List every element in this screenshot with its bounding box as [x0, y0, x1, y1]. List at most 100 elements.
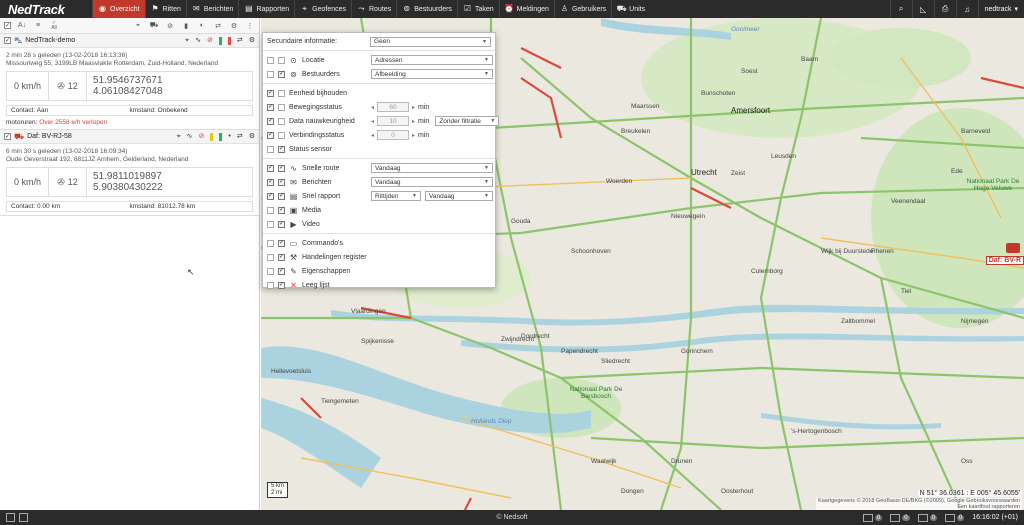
eenheid-checkbox-2[interactable] — [278, 89, 285, 97]
leeg-checkbox-2[interactable]: ✓ — [278, 281, 285, 289]
user-menu[interactable]: nedtrack ▾ — [977, 0, 1024, 18]
truck-icon[interactable]: ⛟ — [149, 21, 159, 31]
berichten-checkbox-2[interactable]: ✓ — [278, 178, 285, 186]
handelingen-checkbox-1[interactable] — [267, 253, 274, 261]
unit-checkbox[interactable]: ✓ — [4, 133, 11, 140]
beweging-minutes-input[interactable]: 60 — [377, 102, 410, 112]
print-icon[interactable]: ⎙ — [933, 0, 956, 18]
locatie-checkbox-2[interactable] — [278, 56, 285, 64]
nav-ritten[interactable]: ⚑ Ritten — [144, 0, 186, 18]
verbinding-checkbox-1[interactable]: ✓ — [267, 131, 274, 139]
bestuurders-checkbox-2[interactable]: ✓ — [278, 70, 285, 78]
verbinding-minutes-input[interactable]: 0 — [377, 130, 410, 140]
data-checkbox-1[interactable]: ✓ — [267, 117, 274, 125]
settings-icon[interactable]: ⚙ — [249, 37, 255, 44]
nav-units[interactable]: ⛟ Units — [611, 0, 650, 18]
refresh-icon[interactable]: ⇄ — [213, 21, 223, 31]
commandos-checkbox-2[interactable]: ✓ — [278, 239, 285, 247]
unit-checkbox[interactable]: ✓ — [4, 37, 11, 44]
bestuurders-checkbox-1[interactable] — [267, 70, 274, 78]
nav-overzicht[interactable]: ◉ Overzicht — [92, 0, 145, 18]
increment-icon[interactable]: ▸ — [412, 118, 415, 125]
notification-badge-2[interactable]: 0 — [890, 513, 910, 522]
decrement-icon[interactable]: ◂ — [371, 118, 374, 125]
data-minutes-input[interactable]: 10 — [377, 116, 410, 126]
settings-icon[interactable]: ⚙ — [229, 21, 239, 31]
unit-item[interactable]: ✓ ⛟ Daf: BV-RJ-58 ⌖ ∿ ⊘ • ⇄ ⚙ 6 min 30 s… — [0, 130, 259, 216]
crosshair-icon[interactable]: ⌖ — [177, 133, 181, 140]
signal-icon[interactable]: ◐ — [197, 21, 207, 31]
leeg-checkbox-1[interactable] — [267, 281, 274, 289]
sensor-checkbox-1[interactable] — [267, 145, 274, 153]
beweging-checkbox-2[interactable] — [278, 103, 285, 111]
panel-toggle-icon[interactable] — [6, 513, 15, 522]
video-checkbox-1[interactable] — [267, 220, 274, 228]
snel-rapport-period-select[interactable]: Vandaag ▼ — [425, 191, 493, 201]
more-icon[interactable]: ⋮ — [245, 21, 255, 31]
snelle-checkbox-1[interactable]: ✓ — [267, 164, 274, 172]
berichten-select[interactable]: Vandaag ▼ — [371, 177, 493, 187]
commandos-checkbox-1[interactable] — [267, 239, 274, 247]
refresh-icon[interactable]: ⇄ — [237, 133, 243, 140]
notification-badge-1[interactable]: 0 — [862, 513, 883, 522]
locatie-checkbox-1[interactable] — [267, 56, 274, 64]
snelle-route-select[interactable]: Vandaag ▼ — [371, 163, 493, 173]
select-all-checkbox[interactable]: ✓ — [4, 22, 11, 29]
increment-icon[interactable]: ▸ — [412, 132, 415, 139]
crosshair-icon[interactable]: ⌖ — [185, 37, 189, 44]
sort-alpha-icon[interactable]: A↓ — [17, 21, 27, 31]
settings-icon[interactable]: ⚙ — [249, 133, 255, 140]
bell-icon[interactable]: ♫ — [955, 0, 978, 18]
route-icon[interactable]: ∿ — [195, 37, 201, 44]
sensor-checkbox-2[interactable]: ✓ — [278, 145, 285, 153]
nav-bestuurders[interactable]: ⊚ Bestuurders — [396, 0, 457, 18]
app-logo[interactable]: NedTrack — [0, 0, 92, 18]
layout-toggle-icon[interactable] — [19, 513, 28, 522]
increment-icon[interactable]: ▸ — [412, 104, 415, 111]
crosshair-icon[interactable]: ⌖ — [133, 21, 143, 31]
decrement-icon[interactable]: ◂ — [371, 132, 374, 139]
search-icon[interactable]: ⌕ — [889, 0, 912, 18]
nav-rapporten[interactable]: ▤ Rapporten — [238, 0, 294, 18]
filter-select[interactable]: Zonder filtratie ▼ — [435, 116, 500, 126]
filter-all-icon[interactable]: ✓ All — [49, 20, 59, 31]
decrement-icon[interactable]: ◂ — [371, 104, 374, 111]
nav-meldingen[interactable]: ⏰ Meldingen — [498, 0, 554, 18]
eigenschappen-checkbox-2[interactable]: ✓ — [278, 267, 285, 275]
vehicle-marker[interactable] — [1006, 243, 1020, 253]
verbinding-checkbox-2[interactable] — [278, 131, 285, 139]
nav-geofences[interactable]: ⌖ Geofences — [294, 0, 351, 18]
vehicle-marker-label[interactable]: Daf: BV-R — [985, 256, 1024, 265]
media-checkbox-1[interactable] — [267, 206, 274, 214]
status-icon[interactable]: ▮ — [181, 21, 191, 31]
unit-name[interactable]: Daf: BV-RJ-58 — [27, 133, 72, 140]
berichten-checkbox-1[interactable]: ✓ — [267, 178, 274, 186]
nav-berichten[interactable]: ✉ Berichten — [185, 0, 239, 18]
eenheid-checkbox-1[interactable]: ✓ — [267, 89, 274, 97]
unit-item[interactable]: ✓ ⛍ NedTrack-demo ⌖ ∿ ⊘ ⇄ ⚙ 2 min 28 s g… — [0, 34, 259, 130]
snel-rapport-checkbox-1[interactable]: ✓ — [267, 192, 274, 200]
snel-rapport-type-select[interactable]: Rittijden ▼ — [371, 191, 421, 201]
route-icon[interactable]: ∿ — [187, 133, 193, 140]
beweging-checkbox-1[interactable]: ✓ — [267, 103, 274, 111]
secondary-info-select[interactable]: Geen ▼ — [370, 36, 491, 47]
nav-routes[interactable]: ⤳ Routes — [351, 0, 396, 18]
nav-gebruikers[interactable]: ♙ Gebruikers — [553, 0, 611, 18]
ruler-icon[interactable]: ◺ — [911, 0, 934, 18]
nav-taken[interactable]: ☑ Taken — [456, 0, 499, 18]
data-checkbox-2[interactable] — [278, 117, 285, 125]
unit-name[interactable]: NedTrack-demo — [25, 37, 75, 44]
media-checkbox-2[interactable]: ✓ — [278, 206, 285, 214]
no-entry-icon[interactable]: ⊘ — [199, 133, 205, 140]
notification-badge-4[interactable]: 0 — [944, 513, 965, 522]
notification-badge-3[interactable]: 0 — [917, 513, 937, 522]
locatie-select[interactable]: Adressen ▼ — [371, 55, 493, 65]
eigenschappen-checkbox-1[interactable] — [267, 267, 274, 275]
refresh-icon[interactable]: ⇄ — [237, 37, 243, 44]
list-icon[interactable]: ≡ — [33, 21, 43, 31]
snelle-checkbox-2[interactable]: ✓ — [278, 164, 285, 172]
bestuurders-select[interactable]: Afbeelding ▼ — [371, 69, 493, 79]
video-checkbox-2[interactable]: ✓ — [278, 220, 285, 228]
snel-rapport-checkbox-2[interactable]: ✓ — [278, 192, 285, 200]
handelingen-checkbox-2[interactable]: ✓ — [278, 253, 285, 261]
